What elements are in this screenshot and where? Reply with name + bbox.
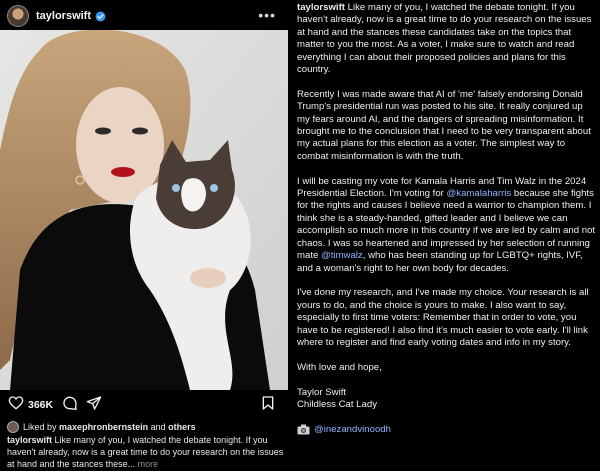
liker-avatar xyxy=(7,421,19,433)
signature-title: Childless Cat Lady xyxy=(297,398,377,410)
heart-icon[interactable] xyxy=(8,395,24,411)
caption-paragraph-5: With love and hope, xyxy=(297,361,382,373)
caption-paragraph-3: I will be casting my vote for Kamala Har… xyxy=(297,176,596,275)
comment-icon[interactable] xyxy=(62,395,78,411)
post-username[interactable]: taylorswift xyxy=(36,10,91,22)
caption-more-link[interactable]: more xyxy=(138,459,159,469)
camera-icon xyxy=(297,424,310,435)
post-actions: 366K xyxy=(0,392,288,418)
post-photo[interactable] xyxy=(0,30,288,390)
liked-by-line[interactable]: Liked by maxephronbernstein and others xyxy=(7,421,196,433)
likes-count[interactable]: 366K xyxy=(28,399,53,411)
liked-by-others[interactable]: others xyxy=(168,422,196,432)
photo-illustration xyxy=(0,30,288,390)
liked-by-prefix: Liked by xyxy=(23,422,57,432)
bookmark-icon[interactable] xyxy=(260,395,276,411)
post-panel: taylorswift ••• 366K Liked by maxephronb… xyxy=(0,0,288,471)
mention-inezandvinoodh[interactable]: @inezandvinoodh xyxy=(314,424,391,436)
caption-paragraph-4: I've done my research, and I've made my … xyxy=(297,287,589,348)
full-caption-username[interactable]: taylorswift xyxy=(297,2,345,13)
mention-timwalz[interactable]: @timwalz xyxy=(321,250,363,261)
avatar[interactable] xyxy=(7,5,29,27)
share-icon[interactable] xyxy=(86,395,102,411)
mention-kamalaharris[interactable]: @kamalaharris xyxy=(447,188,512,199)
post-header: taylorswift ••• xyxy=(0,0,288,32)
caption-paragraph-2: Recently I was made aware that AI of 'me… xyxy=(297,88,591,162)
full-caption-panel: taylorswift Like many of you, I watched … xyxy=(290,0,600,471)
post-caption: taylorswift Like many of you, I watched … xyxy=(7,434,285,470)
caption-username[interactable]: taylorswift xyxy=(7,435,52,445)
signature-name: Taylor Swift xyxy=(297,386,347,398)
photo-credit: @inezandvinoodh xyxy=(297,424,596,436)
verified-badge-icon xyxy=(95,11,106,21)
liked-by-user[interactable]: maxephronbernstein xyxy=(59,422,148,432)
caption-paragraph-1: taylorswift Like many of you, I watched … xyxy=(297,2,596,76)
more-options-button[interactable]: ••• xyxy=(258,7,276,23)
liked-by-and: and xyxy=(150,422,166,432)
